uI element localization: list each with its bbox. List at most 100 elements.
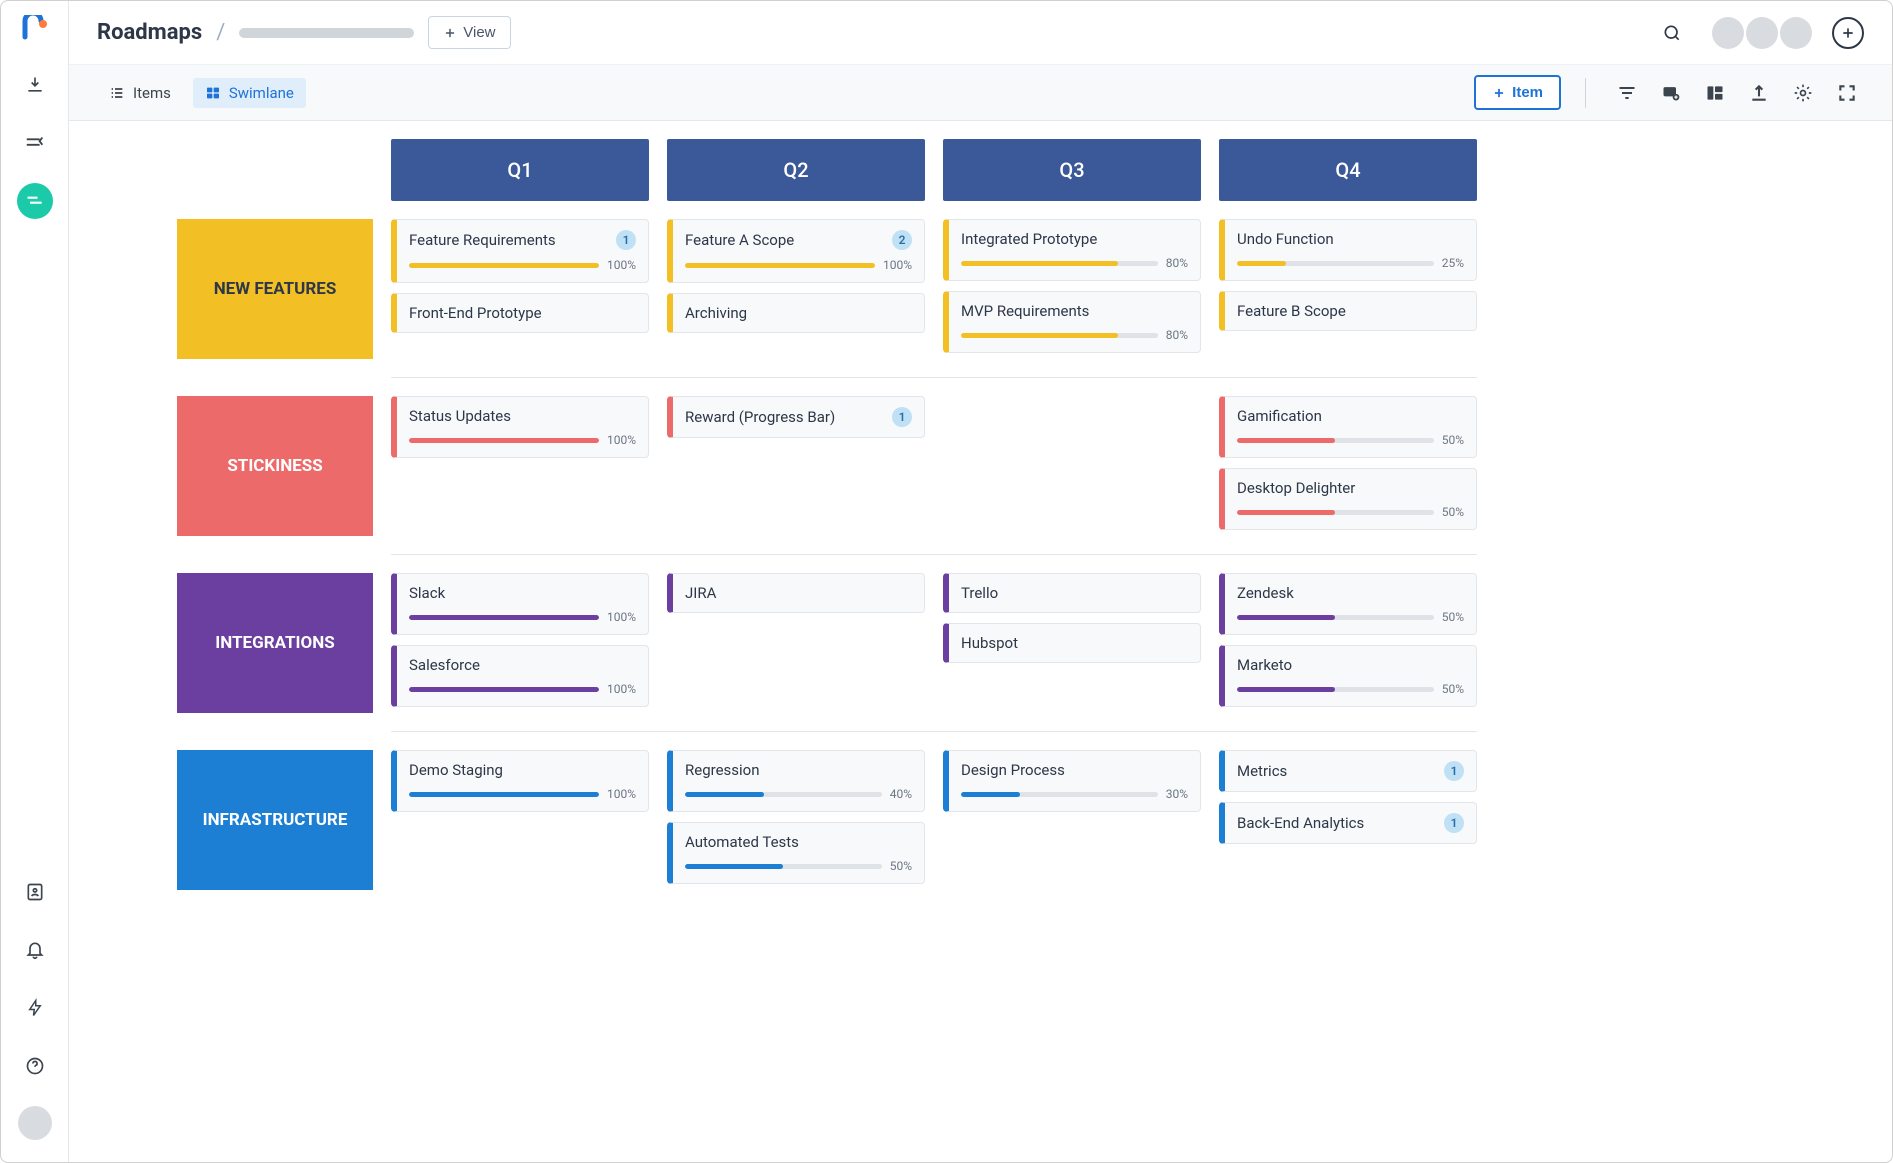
lane-label-infrastructure: INFRASTRUCTURE bbox=[177, 750, 373, 890]
progress-percent: 100% bbox=[607, 787, 636, 801]
tab-items[interactable]: Items bbox=[97, 78, 183, 108]
card-title: Archiving bbox=[685, 304, 747, 322]
swimlane-cell: Zendesk50%Marketo50% bbox=[1219, 573, 1477, 707]
card-title: Feature Requirements bbox=[409, 231, 556, 249]
roadmap-card[interactable]: Hubspot bbox=[943, 623, 1201, 663]
card-badge: 1 bbox=[1444, 761, 1464, 781]
roadmap-icon[interactable] bbox=[17, 183, 53, 219]
roadmap-card[interactable]: Feature A Scope2100% bbox=[667, 219, 925, 283]
card-badge: 2 bbox=[892, 230, 912, 250]
card-title: Feature B Scope bbox=[1237, 302, 1346, 320]
add-item-button[interactable]: Item bbox=[1474, 75, 1561, 110]
progress-bar bbox=[409, 263, 599, 268]
add-item-label: Item bbox=[1512, 84, 1543, 101]
roadmap-card[interactable]: Front-End Prototype bbox=[391, 293, 649, 333]
swimlane-cell: Undo Function25% Feature B Scope bbox=[1219, 219, 1477, 331]
roadmap-card[interactable]: Feature B Scope bbox=[1219, 291, 1477, 331]
swimlane-cell: Feature A Scope2100%Archiving bbox=[667, 219, 925, 333]
tab-swimlane[interactable]: Swimlane bbox=[193, 78, 306, 108]
search-icon[interactable] bbox=[1654, 15, 1690, 51]
progress-bar bbox=[685, 792, 882, 797]
progress-percent: 100% bbox=[883, 258, 912, 272]
roadmap-card[interactable]: MVP Requirements 80% bbox=[943, 291, 1201, 353]
layout-icon[interactable] bbox=[1698, 76, 1732, 110]
progress-percent: 50% bbox=[1442, 505, 1464, 519]
presence-avatar[interactable] bbox=[1746, 17, 1778, 49]
column-header: Q1 bbox=[391, 139, 649, 201]
roadmap-card[interactable]: Back-End Analytics1 bbox=[1219, 802, 1477, 844]
swimlane-cell: Gamification50% Desktop Delighter 50% bbox=[1219, 396, 1477, 530]
progress-bar bbox=[409, 792, 599, 797]
roadmap-card[interactable]: JIRA bbox=[667, 573, 925, 613]
card-title: Trello bbox=[961, 584, 998, 602]
card-title: Design Process bbox=[961, 761, 1065, 779]
notifications-icon[interactable] bbox=[17, 932, 53, 968]
card-badge: 1 bbox=[616, 230, 636, 250]
swimlane-board: Q1Q2Q3Q4NEW FEATURESFeature Requirements… bbox=[69, 121, 1892, 1162]
toolbar: Items Swimlane Item bbox=[69, 65, 1892, 121]
roadmap-card[interactable]: Design Process30% bbox=[943, 750, 1201, 812]
progress-bar bbox=[1237, 438, 1434, 443]
automations-icon[interactable] bbox=[17, 990, 53, 1026]
list-icon[interactable] bbox=[17, 125, 53, 161]
add-view-button[interactable]: View bbox=[428, 16, 510, 49]
progress-bar bbox=[409, 438, 599, 443]
import-icon[interactable] bbox=[17, 67, 53, 103]
card-title: Automated Tests bbox=[685, 833, 799, 851]
roadmap-card[interactable]: Archiving bbox=[667, 293, 925, 333]
roadmap-card[interactable]: Metrics 1 bbox=[1219, 750, 1477, 792]
presence-avatar[interactable] bbox=[1780, 17, 1812, 49]
page-title: Roadmaps bbox=[97, 20, 202, 45]
card-title: MVP Requirements bbox=[961, 302, 1089, 320]
roadmap-card[interactable]: Automated Tests50% bbox=[667, 822, 925, 884]
roadmap-card[interactable]: Zendesk50% bbox=[1219, 573, 1477, 635]
card-badge: 1 bbox=[892, 407, 912, 427]
roadmap-card[interactable]: Integrated Prototype80% bbox=[943, 219, 1201, 281]
fullscreen-icon[interactable] bbox=[1830, 76, 1864, 110]
column-header: Q2 bbox=[667, 139, 925, 201]
roadmap-card[interactable]: Regression40% bbox=[667, 750, 925, 812]
roadmap-card[interactable]: Demo Staging100% bbox=[391, 750, 649, 812]
link-settings-icon[interactable] bbox=[1654, 76, 1688, 110]
swimlane-cell: Slack100% Salesforce100% bbox=[391, 573, 649, 707]
progress-bar bbox=[1237, 261, 1434, 266]
roadmap-card[interactable]: Feature Requirements 1 100% bbox=[391, 219, 649, 283]
card-title: Metrics bbox=[1237, 762, 1287, 780]
presence-avatar[interactable] bbox=[1712, 17, 1744, 49]
progress-percent: 100% bbox=[607, 258, 636, 272]
progress-bar bbox=[961, 792, 1158, 797]
roadmap-card[interactable]: Gamification50% bbox=[1219, 396, 1477, 458]
roadmap-card[interactable]: Status Updates100% bbox=[391, 396, 649, 458]
roadmap-card[interactable]: Trello bbox=[943, 573, 1201, 613]
help-icon[interactable] bbox=[17, 1048, 53, 1084]
card-title: Desktop Delighter bbox=[1237, 479, 1355, 497]
roadmap-card[interactable]: Desktop Delighter 50% bbox=[1219, 468, 1477, 530]
progress-percent: 50% bbox=[1442, 682, 1464, 696]
progress-percent: 40% bbox=[890, 787, 912, 801]
swimlane-cell: Reward (Progress Bar)1 bbox=[667, 396, 925, 438]
contacts-icon[interactable] bbox=[17, 874, 53, 910]
user-avatar[interactable] bbox=[18, 1106, 52, 1140]
swimlane-cell: Feature Requirements 1 100% Front-End Proto… bbox=[391, 219, 649, 333]
lane-separator bbox=[391, 554, 1477, 555]
lane-separator bbox=[391, 731, 1477, 732]
roadmap-card[interactable]: Reward (Progress Bar)1 bbox=[667, 396, 925, 438]
swimlane-cell: JIRA bbox=[667, 573, 925, 613]
swimlane-cell: Regression40% Automated Tests50% bbox=[667, 750, 925, 884]
card-title: Zendesk bbox=[1237, 584, 1294, 602]
card-title: Gamification bbox=[1237, 407, 1322, 425]
roadmap-card[interactable]: Slack100% bbox=[391, 573, 649, 635]
roadmap-name-placeholder[interactable] bbox=[239, 28, 414, 38]
column-header: Q3 bbox=[943, 139, 1201, 201]
roadmap-card[interactable]: Salesforce100% bbox=[391, 645, 649, 707]
add-member-button[interactable] bbox=[1832, 17, 1864, 49]
filter-icon[interactable] bbox=[1610, 76, 1644, 110]
roadmap-card[interactable]: Marketo50% bbox=[1219, 645, 1477, 707]
progress-percent: 80% bbox=[1166, 328, 1188, 342]
roadmap-card[interactable]: Undo Function25% bbox=[1219, 219, 1477, 281]
export-icon[interactable] bbox=[1742, 76, 1776, 110]
tab-swimlane-label: Swimlane bbox=[229, 84, 294, 102]
card-badge: 1 bbox=[1444, 813, 1464, 833]
swimlane-cell: Status Updates100% bbox=[391, 396, 649, 458]
settings-icon[interactable] bbox=[1786, 76, 1820, 110]
